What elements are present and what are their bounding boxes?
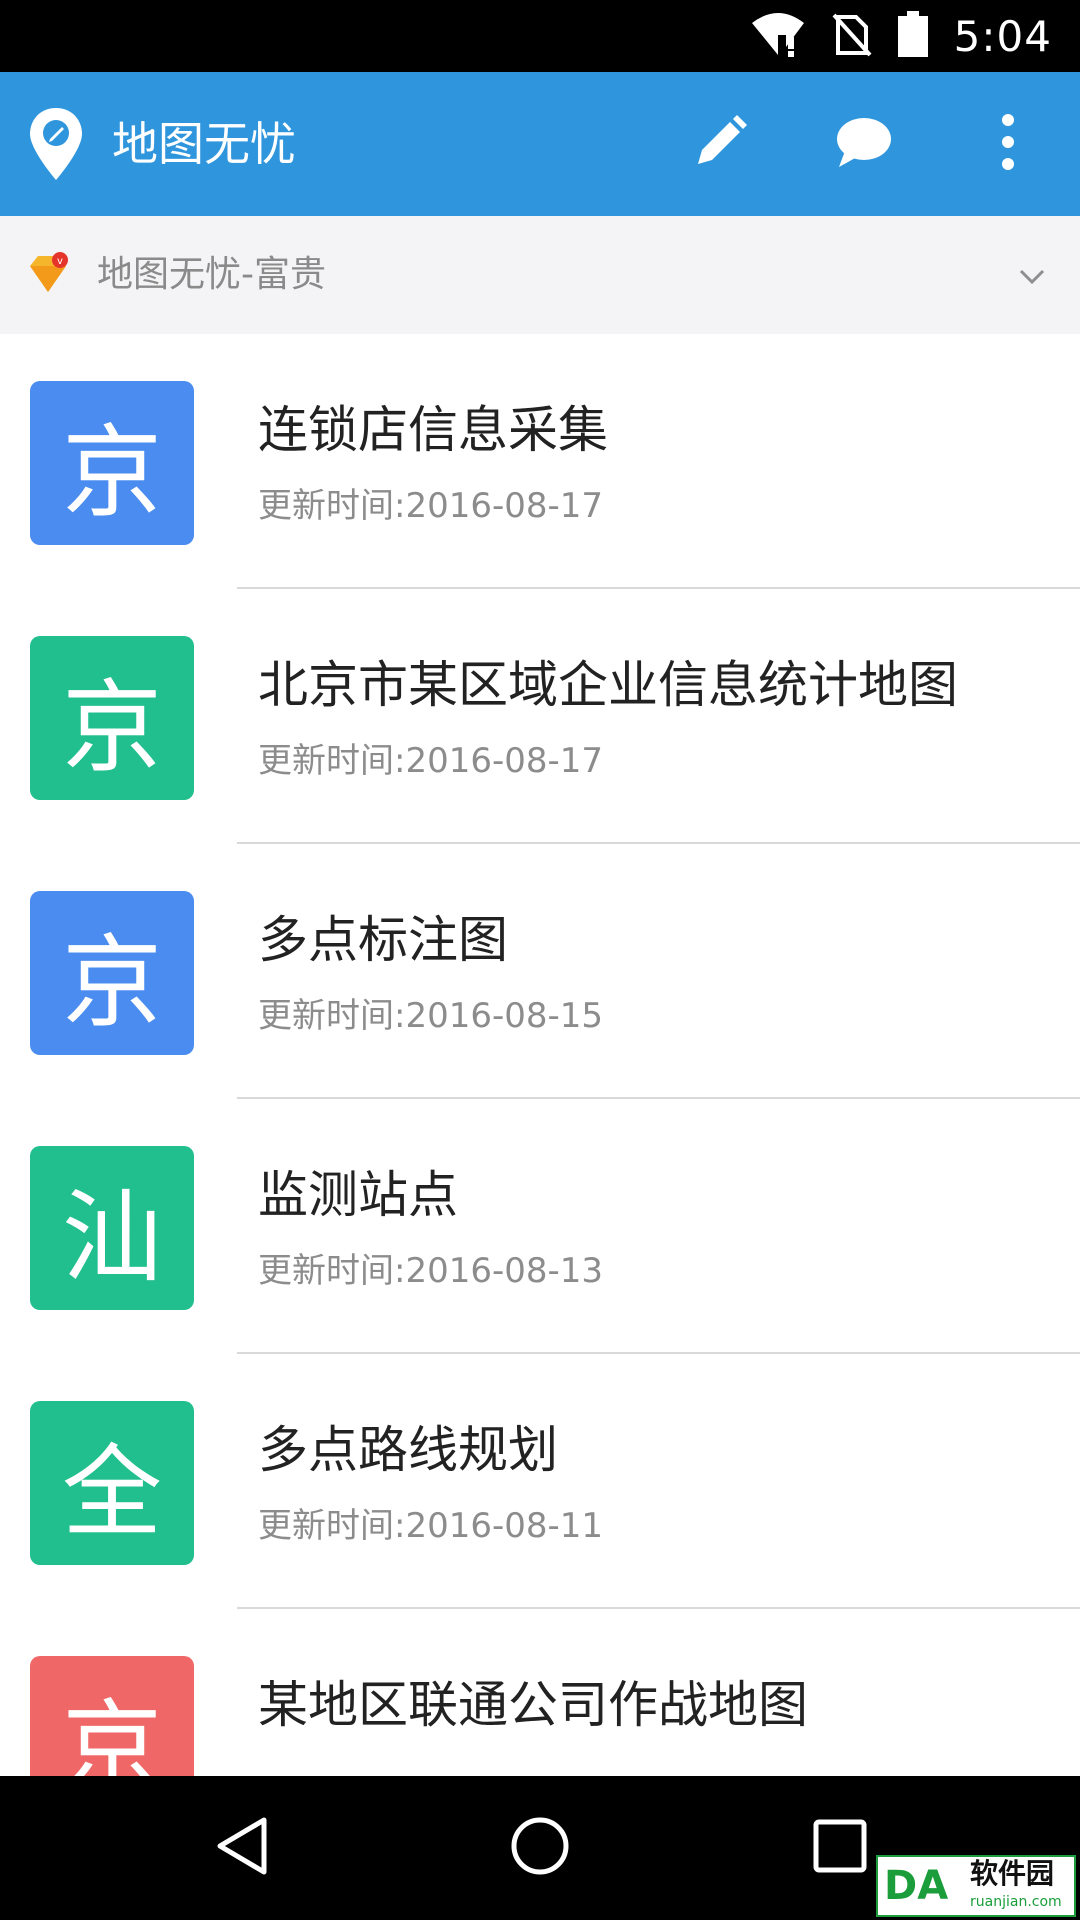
map-avatar: 京 — [30, 891, 194, 1055]
map-updated-time: 更新时间:2016-08-17 — [258, 741, 604, 781]
map-updated-time: 更新时间:2016-08-15 — [258, 996, 604, 1036]
svg-text:v: v — [57, 256, 63, 267]
vip-diamond-icon: v — [26, 252, 70, 296]
map-avatar: 京 — [30, 636, 194, 800]
home-button[interactable] — [504, 1812, 576, 1884]
map-title: 监测站点 — [258, 1166, 458, 1224]
map-updated-time: 更新时间:2016-08-11 — [258, 1506, 604, 1546]
chevron-down-icon — [1018, 262, 1046, 290]
list-item[interactable]: 京 多点标注图 更新时间:2016-08-15 — [0, 844, 1080, 1099]
map-avatar: 京 — [30, 381, 194, 545]
edit-button[interactable] — [680, 104, 760, 184]
list-item[interactable]: 全 多点路线规划 更新时间:2016-08-11 — [0, 1354, 1080, 1609]
watermark-text: 软件园 — [970, 1857, 1055, 1890]
edit-icon — [692, 114, 748, 174]
more-vert-icon — [1000, 113, 1016, 175]
list-item[interactable]: 汕 监测站点 更新时间:2016-08-13 — [0, 1099, 1080, 1354]
status-bar: 5:04 — [0, 0, 1080, 72]
status-time: 5:04 — [953, 11, 1052, 61]
back-icon — [214, 1816, 270, 1880]
recents-icon — [813, 1819, 867, 1877]
account-selector[interactable]: v 地图无忧-富贵 — [0, 216, 1080, 334]
account-name: 地图无忧-富贵 — [97, 254, 326, 295]
map-avatar: 汕 — [30, 1146, 194, 1310]
more-button[interactable] — [968, 104, 1048, 184]
app-bar: 地图无忧 — [0, 72, 1080, 216]
map-pin-pencil-icon — [26, 106, 86, 182]
status-icons: 5:04 — [750, 0, 1052, 72]
map-updated-time: 更新时间:2016-08-13 — [258, 1251, 604, 1291]
home-icon — [510, 1816, 570, 1880]
watermark-logo: DA — [884, 1863, 949, 1909]
map-title: 某地区联通公司作战地图 — [258, 1676, 808, 1734]
map-title: 多点路线规划 — [258, 1421, 558, 1479]
list-item[interactable]: 京 北京市某区域企业信息统计地图 更新时间:2016-08-17 — [0, 589, 1080, 844]
battery-icon — [897, 11, 928, 61]
wifi-alert-icon — [750, 11, 806, 61]
back-button[interactable] — [206, 1812, 278, 1884]
map-avatar: 京 — [30, 1656, 194, 1776]
map-avatar: 全 — [30, 1401, 194, 1565]
map-updated-time: 更新时间:2016-08-17 — [258, 486, 604, 526]
chat-button[interactable] — [824, 104, 904, 184]
map-title: 北京市某区域企业信息统计地图 — [258, 656, 958, 714]
list-item[interactable]: 京 某地区联通公司作战地图 — [0, 1609, 1080, 1776]
watermark-url: ruanjian.com — [970, 1894, 1062, 1910]
recents-button[interactable] — [804, 1812, 876, 1884]
app-title: 地图无忧 — [112, 117, 296, 171]
map-title: 多点标注图 — [258, 911, 508, 969]
map-list: 京 连锁店信息采集 更新时间:2016-08-17 京 北京市某区域企业信息统计… — [0, 334, 1080, 1776]
chat-icon — [835, 115, 893, 173]
map-title: 连锁店信息采集 — [258, 401, 608, 459]
watermark: DA 软件园 ruanjian.com — [876, 1855, 1076, 1917]
no-sim-icon — [832, 11, 872, 61]
list-item[interactable]: 京 连锁店信息采集 更新时间:2016-08-17 — [0, 334, 1080, 589]
